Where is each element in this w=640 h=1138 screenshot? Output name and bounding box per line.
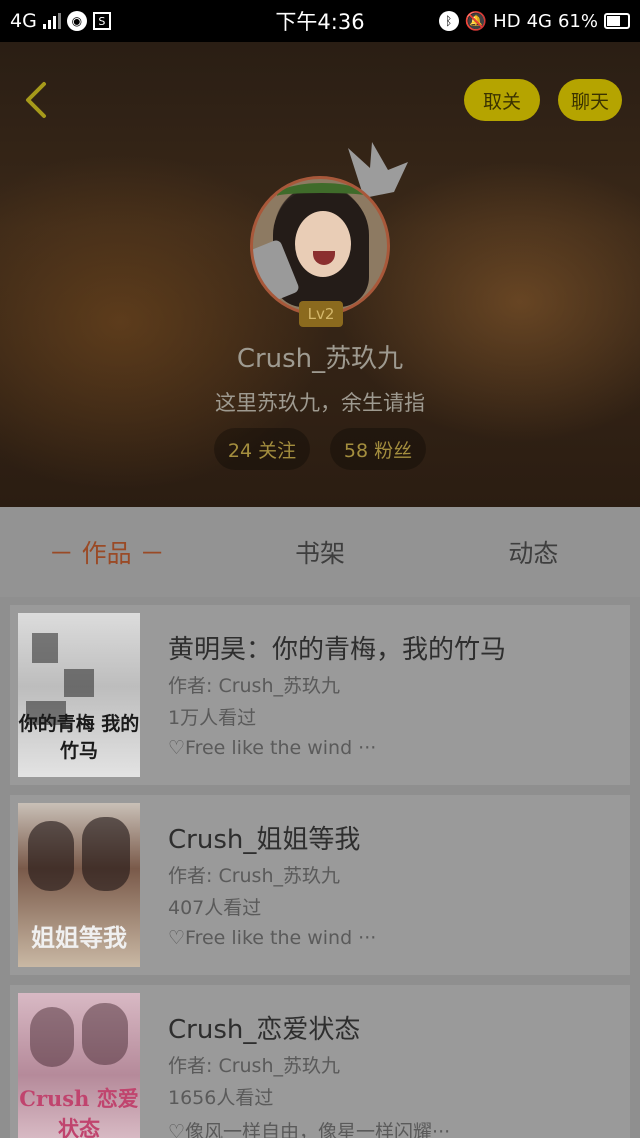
work-title: 黄明昊：你的青梅，我的竹马: [168, 635, 507, 665]
work-description: ♡Free like the wind ···: [168, 737, 377, 759]
fans-count[interactable]: 58 粉丝: [330, 428, 426, 470]
book-cover: 姐姐等我: [18, 803, 140, 967]
work-author: 作者: Crush_苏玖九: [168, 1055, 341, 1077]
work-author: 作者: Crush_苏玖九: [168, 675, 341, 697]
cover-title: 你的青梅 我的竹马: [18, 713, 140, 762]
network-type-left: 4G: [10, 10, 37, 32]
work-description: ♡Free like the wind ···: [168, 927, 377, 949]
network-type-right: 4G: [526, 10, 552, 32]
status-bar: 4G ◉ S 下午4:36 ᛒ 🔕 HD 4G 61%: [0, 0, 640, 42]
status-right: ᛒ 🔕 HD 4G 61%: [438, 10, 630, 32]
work-card[interactable]: 姐姐等我 Crush_姐姐等我 作者: Crush_苏玖九 407人看过 ♡Fr…: [10, 795, 630, 975]
book-cover: 你的青梅 我的竹马: [18, 613, 140, 777]
work-views: 1万人看过: [168, 707, 257, 729]
bluetooth-icon: ᛒ: [438, 11, 459, 31]
cover-title: Crush 恋爱状态: [19, 1086, 139, 1138]
work-title: Crush_姐姐等我: [168, 825, 361, 855]
profile-header: 取关 聊天 Lv2 Crush_苏玖九 这里苏玖九，余生请指 24 关注 58 …: [0, 42, 640, 507]
cover-title: 姐姐等我: [31, 923, 127, 952]
back-arrow-icon: [26, 82, 46, 118]
work-views: 1656人看过: [168, 1087, 274, 1109]
following-count[interactable]: 24 关注: [214, 428, 310, 470]
tab-bookshelf[interactable]: 书架: [213, 507, 426, 597]
signal-icon: [42, 13, 61, 29]
book-cover: Crush 恋爱状态: [18, 993, 140, 1138]
work-author: 作者: Crush_苏玖九: [168, 865, 341, 887]
app-notification-icon: ◉: [66, 11, 87, 31]
hd-indicator: HD: [493, 10, 521, 32]
profile-tabs: － 作品 － 书架 动态: [0, 507, 640, 597]
s-app-icon: S: [92, 12, 111, 30]
work-description: ♡像风一样自由，像星一样闪耀···: [168, 1121, 451, 1138]
tab-activity[interactable]: 动态: [427, 507, 640, 597]
back-button[interactable]: [18, 80, 54, 120]
unfollow-button[interactable]: 取关: [464, 79, 540, 121]
work-title: Crush_恋爱状态: [168, 1015, 361, 1045]
avatar-face: [295, 211, 351, 277]
chat-button[interactable]: 聊天: [558, 79, 622, 121]
battery-icon: [604, 13, 630, 29]
work-card[interactable]: 你的青梅 我的竹马 黄明昊：你的青梅，我的竹马 作者: Crush_苏玖九 1万…: [10, 605, 630, 785]
tab-works[interactable]: － 作品 －: [0, 507, 213, 597]
mute-icon: 🔕: [464, 10, 488, 32]
work-card[interactable]: Crush 恋爱状态 Crush_恋爱状态 作者: Crush_苏玖九 1656…: [10, 985, 630, 1138]
avatar[interactable]: [250, 176, 390, 316]
work-views: 407人看过: [168, 897, 262, 919]
level-badge: Lv2: [299, 301, 343, 327]
username: Crush_苏玖九: [236, 344, 404, 374]
avatar-wreath: [277, 183, 367, 209]
bio: 这里苏玖九，余生请指: [215, 391, 425, 415]
battery-percent: 61%: [557, 10, 598, 32]
status-left: 4G ◉ S: [10, 10, 111, 32]
